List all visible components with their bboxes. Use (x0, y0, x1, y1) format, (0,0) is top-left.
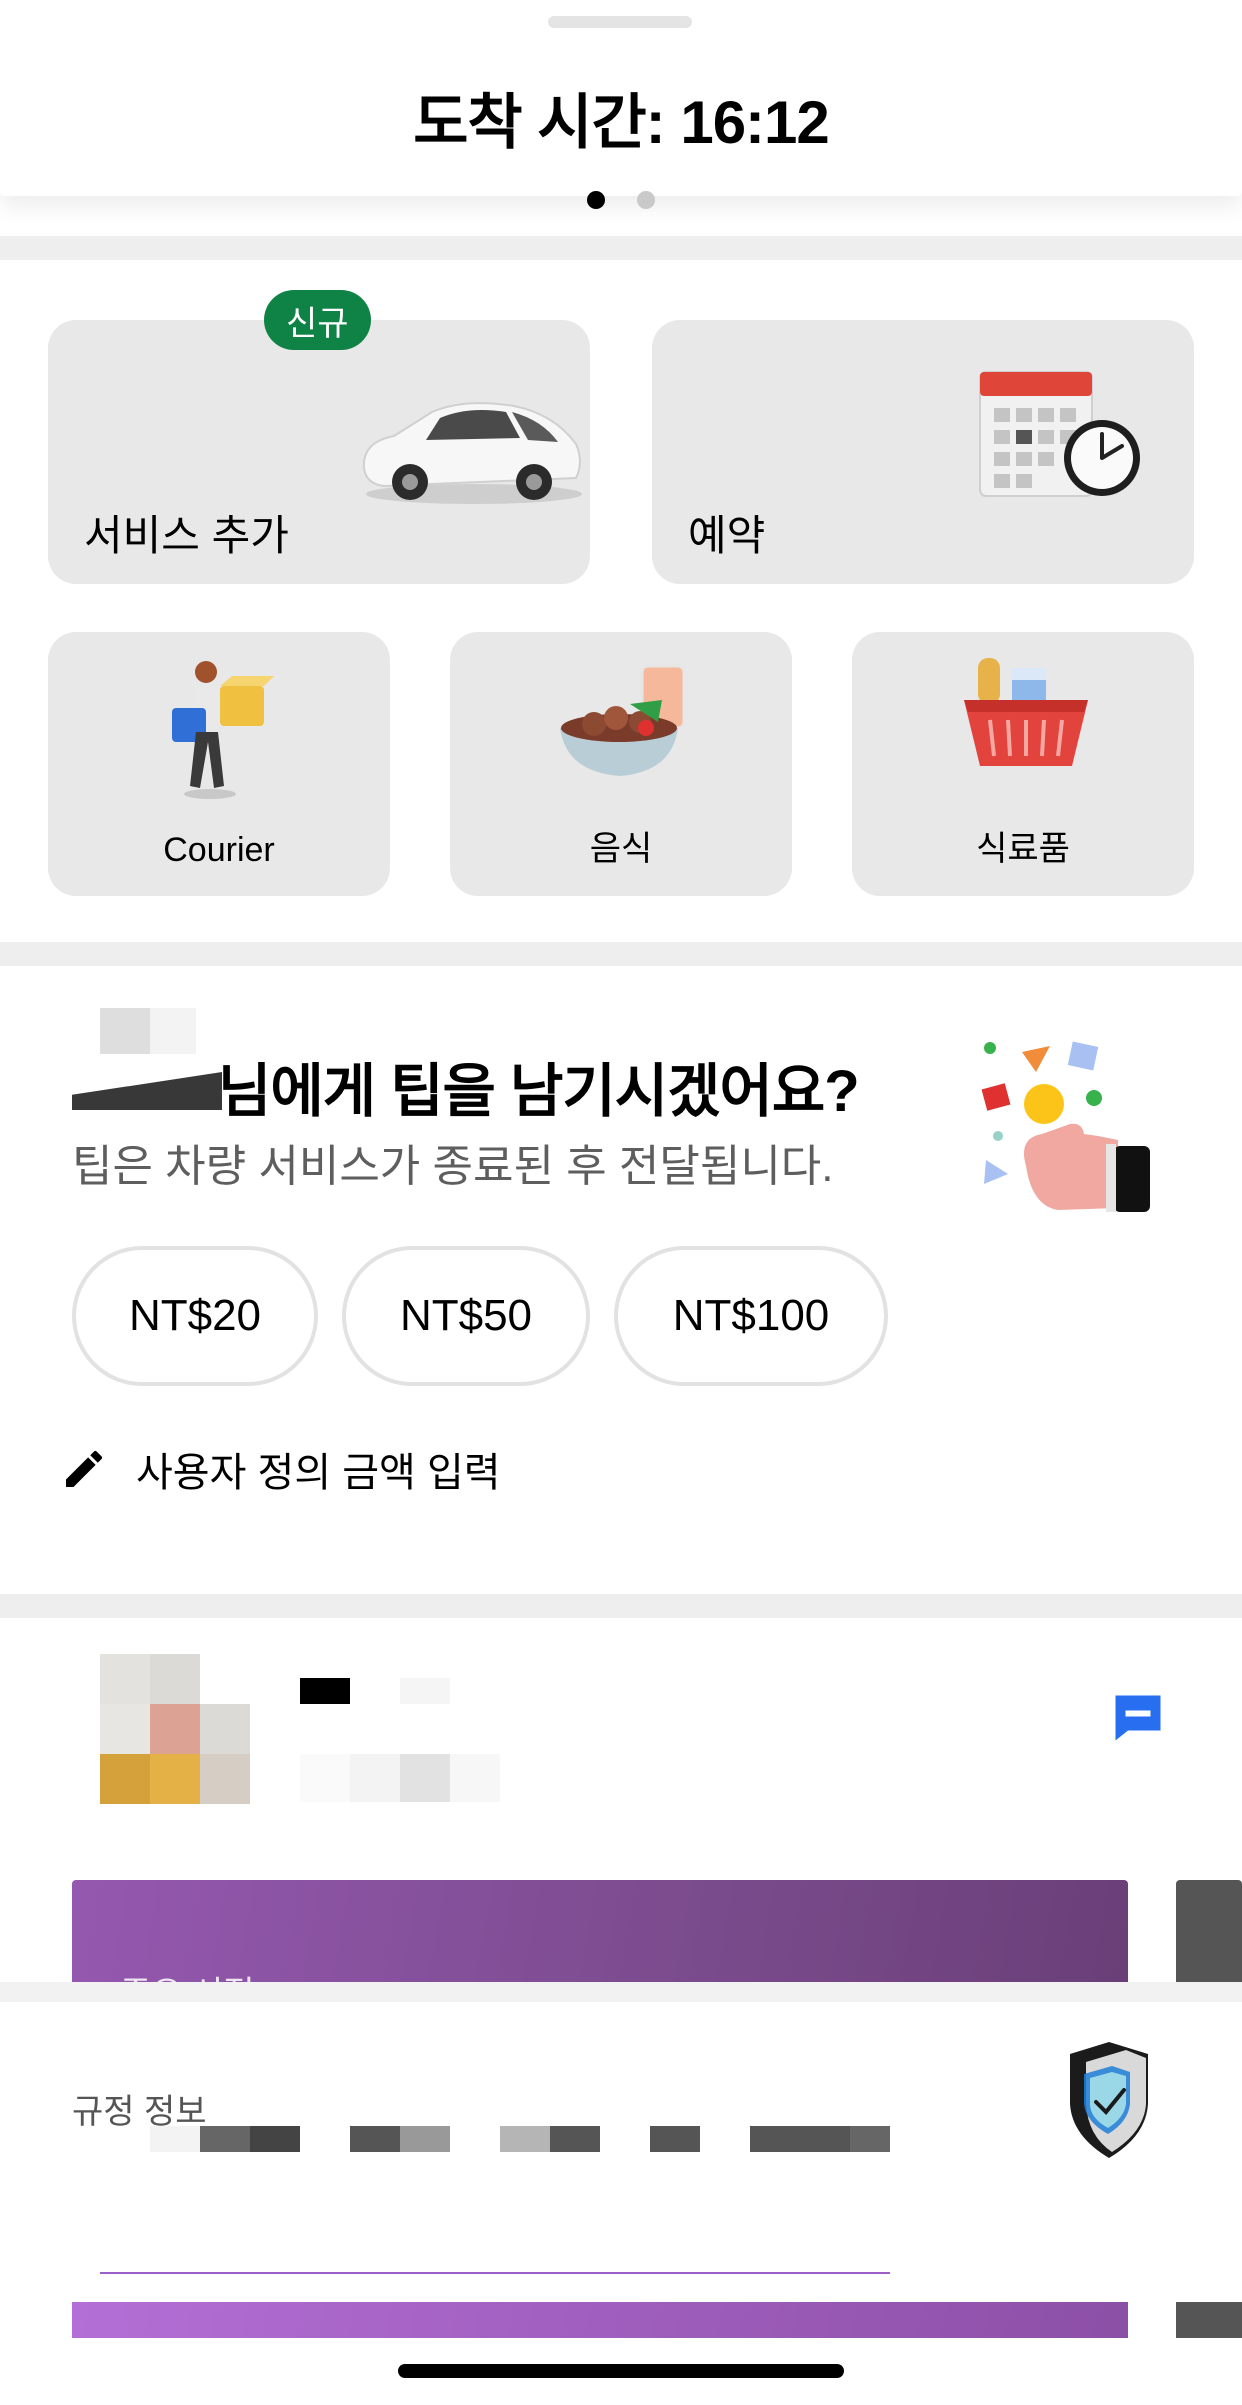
chat-button[interactable] (1108, 1688, 1168, 1753)
grocery-label: 식료품 (976, 830, 1070, 868)
driver-name-redacted (150, 1008, 196, 1054)
driver-name-redacted (72, 1072, 222, 1110)
shield-check-icon (1070, 2042, 1148, 2158)
drag-handle[interactable] (548, 16, 692, 28)
page-dot-1 (587, 191, 605, 209)
regulation-card[interactable] (72, 2302, 1128, 2338)
arrival-sheet[interactable]: 도착 시간: 16:12 (0, 0, 1242, 196)
food-bowl-icon (560, 664, 686, 776)
tip-option-50[interactable]: NT$50 (342, 1246, 590, 1386)
reserve-label: 예약 (688, 512, 766, 559)
regulation-sheet[interactable]: 규정 정보 (0, 1982, 1242, 2405)
custom-amount-button[interactable]: 사용자 정의 금액 입력 (60, 1440, 501, 1498)
reserve-tile[interactable]: 예약 (652, 320, 1194, 584)
calendar-clock-icon (979, 371, 1140, 497)
courier-tile[interactable]: Courier (48, 632, 390, 896)
tip-hand-icon (981, 1041, 1150, 1212)
page-dot-2 (637, 191, 655, 209)
regulation-card-next[interactable] (1176, 2302, 1242, 2338)
tip-option-100[interactable]: NT$100 (614, 1246, 888, 1386)
custom-amount-label: 사용자 정의 금액 입력 (136, 1451, 501, 1495)
grocery-tile[interactable]: 식료품 (852, 632, 1194, 896)
new-badge: 신규 (264, 290, 371, 350)
car-icon (362, 402, 582, 504)
promo-card[interactable]: 주요 시점 (72, 1880, 1128, 1984)
regulation-underline (100, 2272, 890, 2274)
food-tile[interactable]: 음식 (450, 632, 792, 896)
courier-person-icon (172, 661, 274, 799)
arrival-time: 도착 시간: 16:12 (413, 89, 830, 156)
tip-option-20[interactable]: NT$20 (72, 1246, 318, 1386)
section-divider (0, 942, 1242, 966)
tip-subtitle: 팁은 차량 서비스가 종료된 후 전달됩니다. (72, 1142, 834, 1191)
pencil-icon (66, 1450, 103, 1487)
add-service-label: 서비스 추가 (84, 512, 289, 559)
section-divider (0, 236, 1242, 260)
tip-title: 님에게 팁을 남기시겠어요? (218, 1059, 860, 1124)
page-indicator (0, 191, 1242, 209)
food-label: 음식 (589, 830, 653, 868)
grocery-basket-icon (964, 658, 1088, 766)
driver-name-redacted (100, 1008, 150, 1054)
chat-icon (1115, 1695, 1161, 1741)
courier-label: Courier (163, 831, 275, 869)
promo-card-next[interactable] (1176, 1880, 1242, 1984)
add-service-tile[interactable]: 서비스 추가 (48, 320, 590, 584)
section-divider (0, 1594, 1242, 1618)
home-indicator[interactable] (398, 2364, 844, 2378)
